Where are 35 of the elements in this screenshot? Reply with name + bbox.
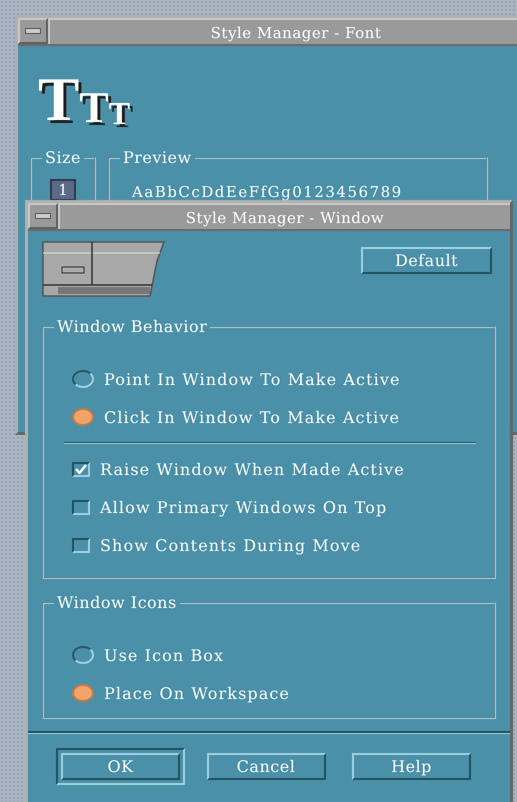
window-menu-button[interactable] [28, 203, 58, 229]
option-label: Place On Workspace [104, 684, 290, 702]
group-label: Window Icons [56, 593, 178, 612]
checkbox[interactable] [72, 500, 90, 514]
option-label: Raise Window When Made Active [100, 460, 405, 478]
radio-button[interactable] [72, 646, 94, 664]
window-title: Style Manager - Window [58, 203, 510, 229]
radio-button[interactable] [72, 684, 94, 702]
size-list-item[interactable]: 1 [50, 179, 76, 201]
checkbox[interactable] [72, 462, 90, 476]
group-label: Size [44, 148, 82, 167]
option-label: Use Icon Box [104, 646, 224, 664]
window-title: Style Manager - Font [48, 18, 517, 44]
radio-button[interactable] [72, 408, 94, 426]
default-button[interactable]: Default [361, 247, 492, 274]
radio-option[interactable]: Use Icon Box [72, 636, 484, 674]
checkbox-option[interactable]: Show Contents During Move [72, 526, 484, 564]
preview-text: AaBbCcDdEeFfGg0123456789 [132, 183, 404, 201]
option-label: Show Contents During Move [100, 536, 362, 554]
radio-option[interactable]: Point In Window To Make Active [72, 360, 484, 398]
radio-button[interactable] [72, 370, 94, 388]
window-menu-button[interactable] [18, 18, 48, 44]
group-label: Preview [122, 148, 193, 167]
checkbox-option[interactable]: Raise Window When Made Active [72, 450, 484, 488]
option-label: Allow Primary Windows On Top [100, 498, 388, 516]
radio-option[interactable]: Click In Window To Make Active [72, 398, 484, 436]
checkbox[interactable] [72, 538, 90, 552]
window-frame-icon [42, 241, 166, 297]
checkbox-option[interactable]: Allow Primary Windows On Top [72, 488, 484, 526]
group-label: Window Behavior [56, 317, 208, 336]
option-label: Click In Window To Make Active [104, 408, 400, 426]
radio-option[interactable]: Place On Workspace [72, 674, 484, 712]
option-label: Point In Window To Make Active [104, 370, 401, 388]
font-icon: TTT [38, 64, 517, 128]
dialog-button[interactable]: OK [56, 748, 185, 785]
